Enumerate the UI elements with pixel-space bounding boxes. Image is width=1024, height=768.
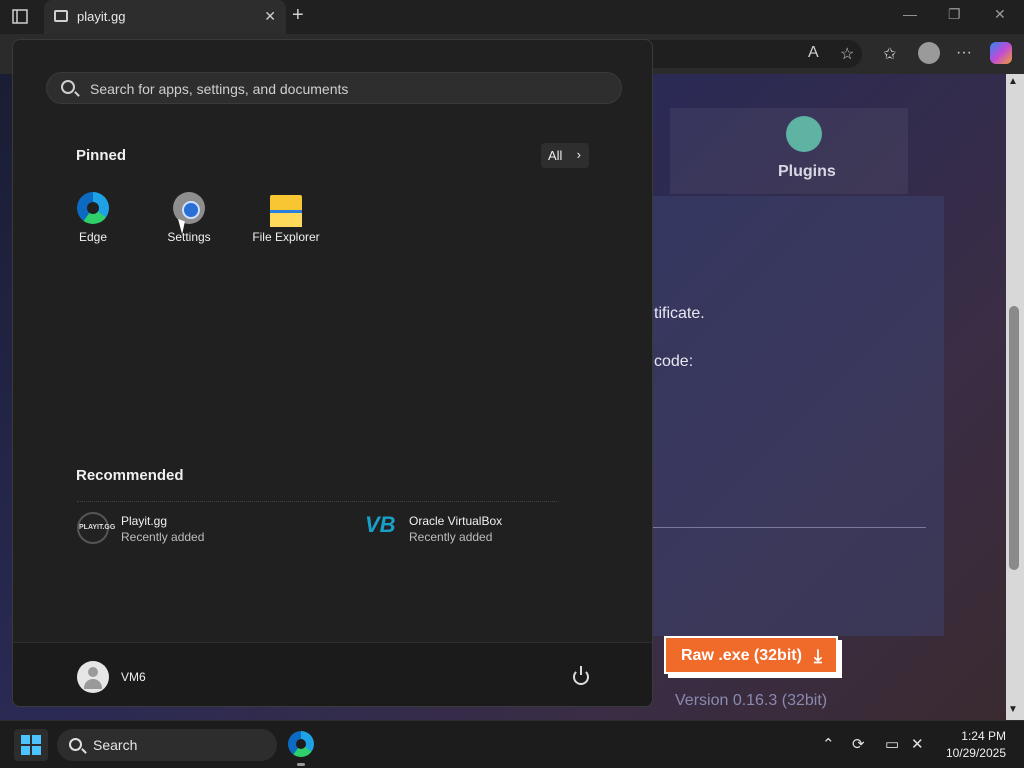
scrollbar-thumb[interactable]	[1009, 306, 1019, 570]
user-name[interactable]: VM6	[121, 670, 146, 684]
desktop: playit.gg ✕ + — ❐ ✕ A ☆ ✩ ··· Plugins ti…	[0, 0, 1024, 768]
search-icon	[69, 738, 82, 751]
version-text: Version 0.16.3 (32bit)	[675, 692, 828, 709]
read-aloud-icon[interactable]: A	[808, 44, 819, 62]
scroll-up-icon[interactable]: ▲	[1008, 76, 1018, 87]
all-apps-button[interactable]: All ›	[541, 143, 589, 168]
minimize-button[interactable]: —	[903, 6, 917, 22]
windows-logo-icon	[21, 735, 41, 755]
start-menu: Search for apps, settings, and documents…	[12, 39, 653, 707]
pinned-app-edge[interactable]: Edge	[49, 192, 137, 244]
download-32bit-button[interactable]: Raw .exe (32bit) ⤓	[664, 636, 838, 674]
divider	[652, 527, 926, 528]
restore-button[interactable]: ❐	[948, 6, 961, 23]
pinned-app-label: Edge	[78, 230, 108, 244]
new-tab-button[interactable]: +	[292, 4, 304, 27]
favorites-icon[interactable]: ✩	[883, 44, 896, 64]
scroll-down-icon[interactable]: ▼	[1008, 704, 1018, 715]
profile-icon[interactable]	[918, 42, 940, 64]
running-indicator	[297, 763, 305, 766]
virtualbox-icon: VB	[365, 512, 396, 537]
download-icon: ⤓	[814, 646, 822, 666]
edge-icon	[77, 192, 109, 224]
more-icon[interactable]: ···	[956, 44, 972, 62]
start-button[interactable]	[14, 729, 48, 761]
recommended-item-playit[interactable]: PLAYIT.GG Playit.gg Recently added	[77, 512, 297, 548]
date: 10/29/2025	[945, 746, 1006, 760]
taskbar-edge-icon[interactable]	[288, 731, 314, 757]
search-icon	[61, 80, 75, 94]
pinned-title: Pinned	[76, 147, 127, 164]
favorite-icon[interactable]: ☆	[840, 44, 854, 64]
taskbar-search-label: Search	[93, 737, 138, 753]
all-apps-label: All	[548, 148, 563, 163]
pinned-app-settings[interactable]: Settings	[145, 192, 233, 244]
chevron-right-icon: ›	[576, 147, 581, 162]
volume-muted-icon[interactable]: ✕	[911, 735, 924, 753]
download-button-label: Raw .exe (32bit)	[681, 647, 802, 664]
tab-actions-icon[interactable]	[8, 6, 32, 28]
display-icon[interactable]: ▭	[885, 735, 899, 753]
recommended-divider	[77, 501, 557, 502]
power-icon[interactable]	[573, 666, 589, 685]
certificate-text: tificate.	[654, 305, 705, 322]
plugins-label: Plugins	[778, 163, 836, 180]
browser-tab[interactable]: playit.gg ✕	[44, 0, 286, 34]
pinned-app-label: File Explorer	[252, 230, 320, 244]
playit-icon: PLAYIT.GG	[77, 512, 115, 544]
browser-titlebar: playit.gg ✕ + — ❐ ✕	[0, 0, 1024, 34]
clock[interactable]: 1:24 PM 10/29/2025	[936, 728, 1006, 762]
pinned-app-file-explorer[interactable]: File Explorer	[242, 192, 330, 244]
recommended-name: Playit.gg	[121, 514, 168, 528]
recommended-item-virtualbox[interactable]: VB Oracle VirtualBox Recently added	[365, 512, 585, 548]
recommended-subtitle: Recently added	[409, 530, 493, 544]
folder-icon	[270, 195, 302, 227]
window-close-button[interactable]: ✕	[994, 6, 1006, 23]
start-footer: VM6	[13, 642, 652, 706]
pinned-app-label: Settings	[167, 230, 211, 244]
tab-title: playit.gg	[77, 9, 126, 24]
content-panel	[652, 196, 944, 636]
taskbar: Search ⌃ ⟳ ▭ ✕ 1:24 PM 10/29/2025	[0, 720, 1024, 768]
copilot-icon[interactable]	[990, 42, 1012, 64]
start-search-input[interactable]: Search for apps, settings, and documents	[46, 72, 622, 104]
search-placeholder: Search for apps, settings, and documents	[90, 81, 349, 97]
recommended-title: Recommended	[76, 467, 184, 484]
plugins-card[interactable]	[670, 108, 908, 194]
taskbar-search[interactable]: Search	[57, 729, 277, 761]
sync-icon[interactable]: ⟳	[852, 735, 865, 753]
avatar[interactable]	[77, 661, 109, 693]
tab-favicon-icon	[54, 10, 68, 22]
chevron-up-icon[interactable]: ⌃	[822, 735, 835, 753]
plug-icon	[786, 116, 822, 152]
recommended-name: Oracle VirtualBox	[409, 514, 503, 528]
time: 1:24 PM	[961, 729, 1006, 743]
tab-close-icon[interactable]: ✕	[264, 8, 276, 25]
code-text: code:	[654, 353, 694, 370]
recommended-subtitle: Recently added	[121, 530, 205, 544]
